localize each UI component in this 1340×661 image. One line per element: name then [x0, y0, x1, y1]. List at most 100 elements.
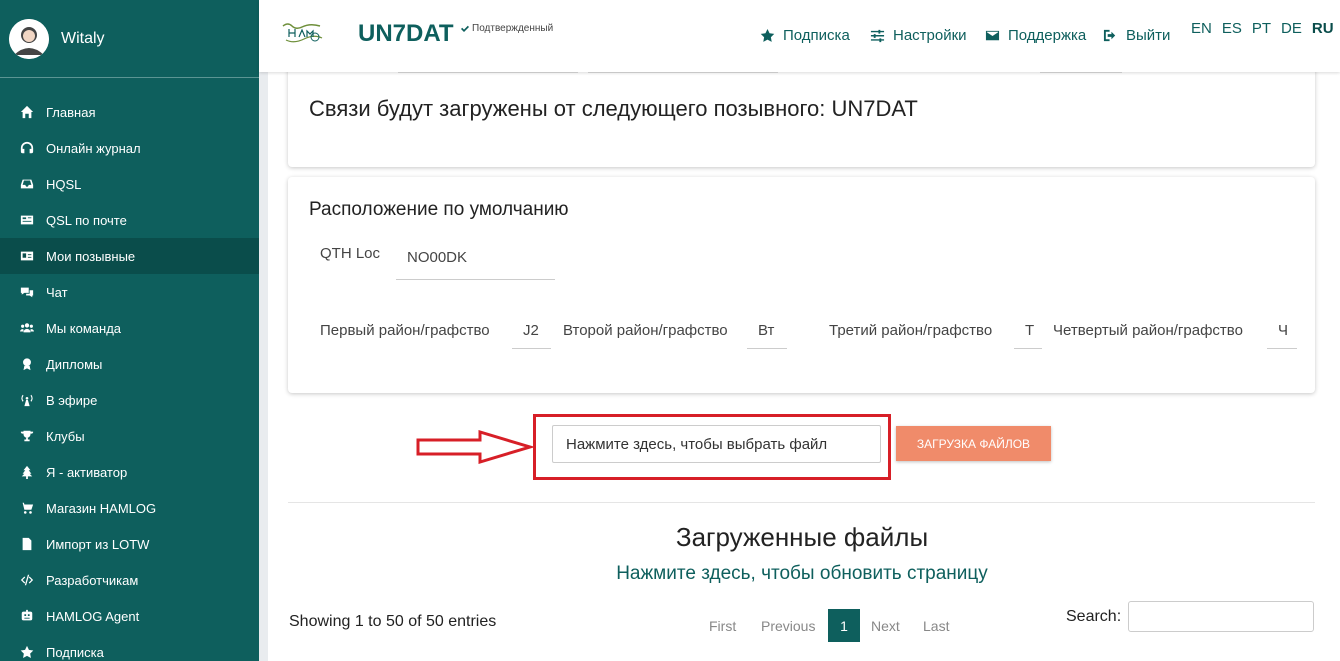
users-icon: [19, 320, 35, 336]
sidebar-item-home[interactable]: Главная: [0, 94, 259, 130]
sidebar-item-label: Мои позывные: [46, 248, 136, 264]
sidebar-item-label: HAMLOG Agent: [46, 608, 140, 624]
sidebar-item-label: Импорт из LOTW: [46, 536, 150, 552]
sidebar-item-hqsl[interactable]: HQSL: [0, 166, 259, 202]
code-icon: [19, 572, 35, 588]
lang-ru[interactable]: RU: [1312, 20, 1334, 37]
avatar: [9, 18, 49, 59]
default-location-card: Расположение по умолчанию QTH Loc Первый…: [288, 177, 1315, 393]
verified-label: Подтвержденный: [472, 23, 554, 34]
hamlog-logo[interactable]: [280, 20, 326, 46]
pagination-current-page[interactable]: 1: [828, 609, 860, 642]
sidebar-item-qsl-mail[interactable]: QSL по почте: [0, 202, 259, 238]
entries-info: Showing 1 to 50 of 50 entries: [289, 613, 497, 630]
lang-es[interactable]: ES: [1222, 20, 1242, 37]
main-content: Связи будут загружены от следующего позы…: [268, 62, 1340, 661]
sidebar-item-label: Дипломы: [46, 356, 103, 372]
user-avatar-icon: [9, 18, 49, 59]
district3-input[interactable]: [1014, 312, 1042, 349]
home-icon: [19, 104, 35, 120]
inbox-icon: [19, 176, 35, 192]
search-input[interactable]: [1128, 601, 1314, 632]
red-arrow-annotation-icon: [416, 430, 534, 464]
district1-input[interactable]: [512, 312, 551, 349]
file-import-icon: [19, 536, 35, 552]
language-switcher: EN ES PT DE RU: [1191, 20, 1340, 37]
sidebar-item-chat[interactable]: Чат: [0, 274, 259, 310]
sidebar-nav: Главная Онлайн журнал HQSL QSL по почте …: [0, 78, 259, 661]
refresh-page-link[interactable]: Нажмите здесь, чтобы обновить страницу: [268, 563, 1336, 585]
user-block[interactable]: Witaly: [0, 0, 259, 78]
sidebar-item-label: Я - активатор: [46, 464, 128, 480]
sliders-icon: [870, 29, 885, 43]
district2-label: Второй район/графство: [563, 322, 728, 339]
card-icon: [19, 212, 35, 228]
sidebar-item-activator[interactable]: Я - активатор: [0, 454, 259, 490]
sidebar-item-label: Чат: [46, 284, 68, 300]
scrolled-field-line: [1040, 72, 1122, 73]
upload-callsign-text: Связи будут загружены от следующего позы…: [309, 96, 918, 121]
sidebar-item-awards[interactable]: Дипломы: [0, 346, 259, 382]
trophy-icon: [19, 428, 35, 444]
lang-pt[interactable]: PT: [1252, 20, 1271, 37]
sidebar-item-on-air[interactable]: В эфире: [0, 382, 259, 418]
nav-settings-label: Настройки: [893, 27, 967, 44]
nav-logout[interactable]: Выйти: [1103, 27, 1170, 44]
pagination-previous[interactable]: Previous: [761, 618, 815, 634]
district3-label: Третий район/графство: [829, 322, 993, 339]
sign-out-icon: [1103, 29, 1116, 42]
lang-de[interactable]: DE: [1281, 20, 1302, 37]
sidebar-item-label: Онлайн журнал: [46, 140, 141, 156]
file-select-input[interactable]: Нажмите здесь, чтобы выбрать файл: [552, 425, 881, 463]
nav-logout-label: Выйти: [1126, 27, 1171, 44]
check-icon: [461, 25, 469, 32]
district4-input[interactable]: [1267, 312, 1297, 349]
sidebar-item-label: Клубы: [46, 428, 85, 444]
hamlog-logo-icon: [282, 23, 323, 43]
nav-subscription-label: Подписка: [783, 27, 850, 44]
top-header: UN7DAT Подтвержденный Подписка Настройки…: [259, 0, 1340, 72]
star-icon: [760, 28, 775, 42]
sidebar-item-label: Подписка: [46, 644, 104, 660]
search-label: Search:: [1066, 608, 1122, 625]
sidebar-item-team[interactable]: Мы команда: [0, 310, 259, 346]
scrolled-field-line: [588, 72, 778, 73]
sidebar-item-label: Главная: [46, 104, 96, 120]
nav-settings[interactable]: Настройки: [870, 27, 967, 44]
robot-icon: [19, 608, 35, 624]
district2-input[interactable]: [747, 312, 787, 349]
pagination-last[interactable]: Last: [923, 618, 949, 634]
sidebar-item-label: Мы команда: [46, 320, 122, 336]
pagination-next[interactable]: Next: [871, 618, 900, 634]
tree-icon: [19, 464, 35, 480]
sidebar-item-label: В эфире: [46, 392, 98, 408]
sidebar-item-lotw-import[interactable]: Импорт из LOTW: [0, 526, 259, 562]
verified-badge: Подтвержденный: [460, 23, 553, 34]
star-icon: [19, 644, 35, 660]
sidebar-item-subscription[interactable]: Подписка: [0, 634, 259, 661]
headset-icon: [19, 140, 35, 156]
upload-files-button[interactable]: ЗАГРУЗКА ФАЙЛОВ: [896, 426, 1051, 461]
award-icon: [19, 356, 35, 372]
sidebar-item-my-callsigns[interactable]: Мои позывные: [0, 238, 259, 274]
lang-en[interactable]: EN: [1191, 20, 1212, 37]
qth-loc-input[interactable]: [396, 235, 555, 280]
sidebar-item-label: QSL по почте: [46, 212, 127, 228]
sidebar-item-label: Магазин HAMLOG: [46, 500, 157, 516]
sidebar-item-clubs[interactable]: Клубы: [0, 418, 259, 454]
upload-info-card: Связи будут загружены от следующего позы…: [288, 62, 1315, 167]
sidebar-item-online-log[interactable]: Онлайн журнал: [0, 130, 259, 166]
nav-support[interactable]: Поддержка: [985, 27, 1086, 44]
default-location-title: Расположение по умолчанию: [309, 199, 569, 220]
id-card-icon: [19, 248, 35, 264]
sidebar-item-developers[interactable]: Разработчикам: [0, 562, 259, 598]
sidebar-item-agent[interactable]: HAMLOG Agent: [0, 598, 259, 634]
sidebar-item-label: HQSL: [46, 176, 82, 192]
pagination-first[interactable]: First: [709, 618, 736, 634]
envelope-icon: [985, 30, 1000, 41]
uploaded-files-title: Загруженные файлы: [675, 522, 929, 552]
section-divider: [288, 502, 1315, 503]
nav-subscription[interactable]: Подписка: [760, 27, 850, 44]
sidebar-item-shop[interactable]: Магазин HAMLOG: [0, 490, 259, 526]
chat-icon: [19, 284, 35, 300]
